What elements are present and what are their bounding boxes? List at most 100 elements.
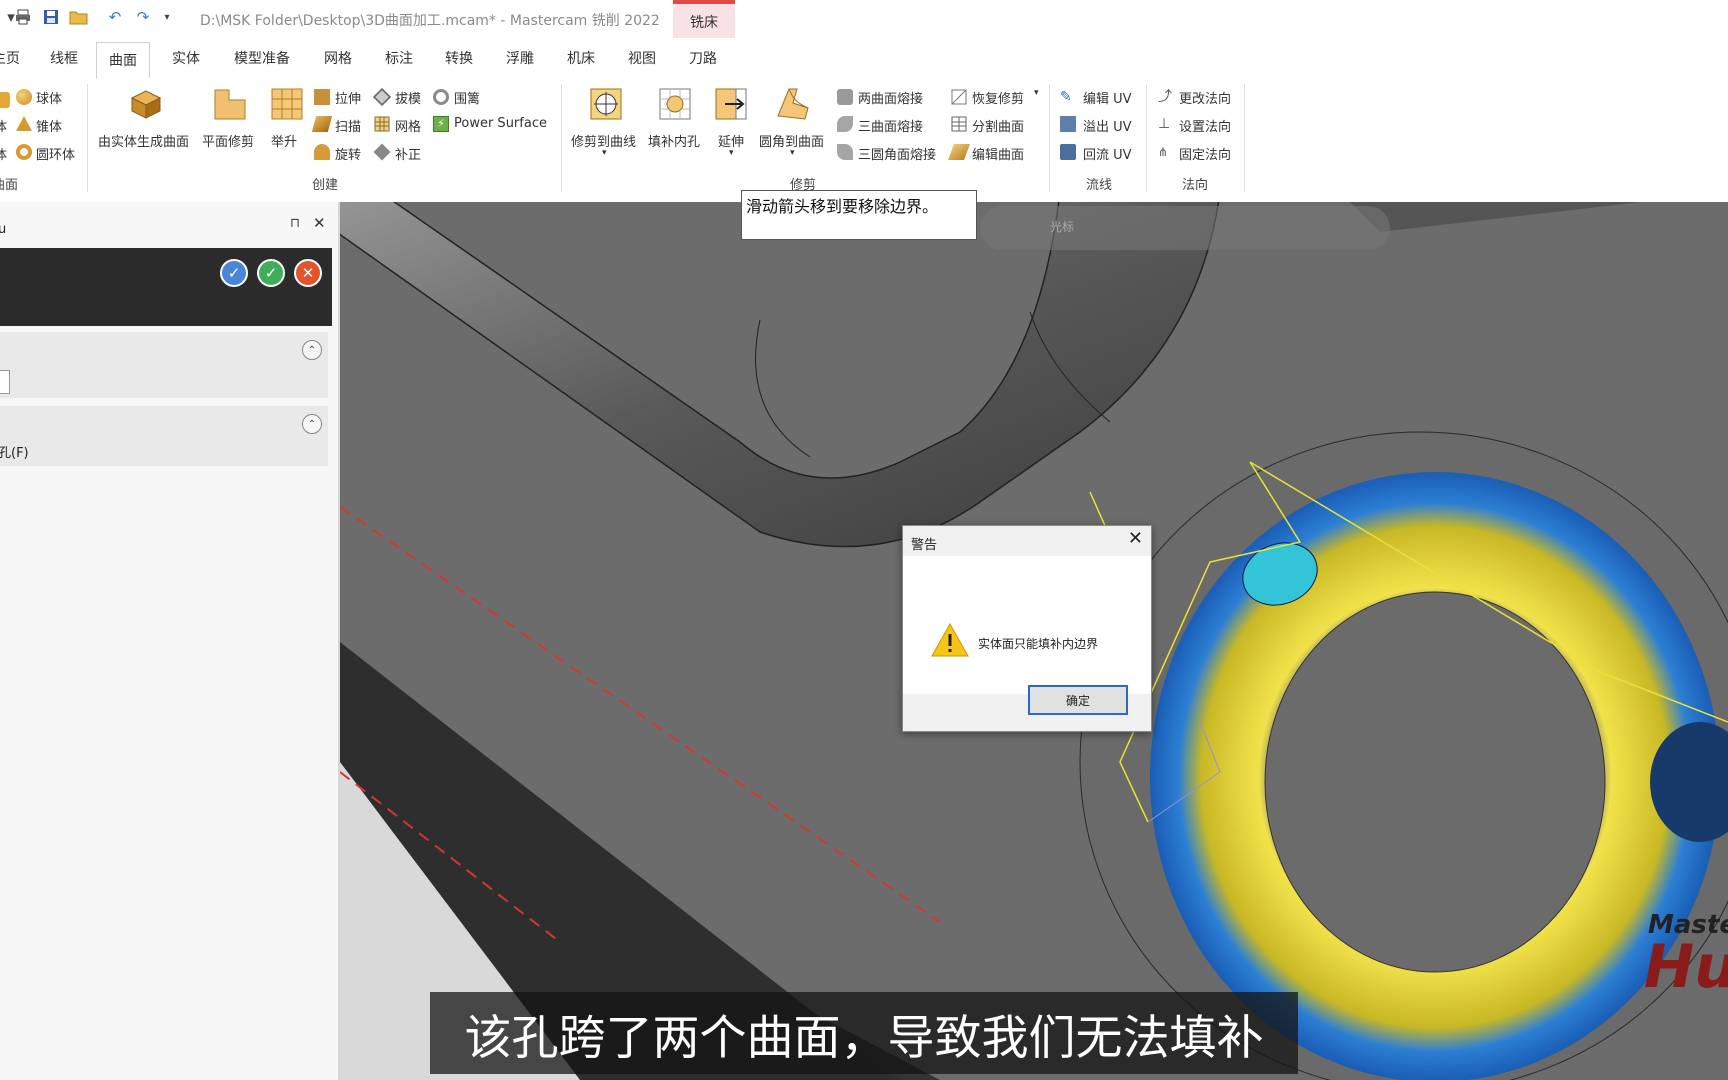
tab-wireframe[interactable]: 线框 <box>50 48 78 68</box>
cone-icon <box>16 116 32 131</box>
cursor-mode-label[interactable]: 光标 <box>1050 218 1074 235</box>
fill-holes-label: 填补内孔 <box>648 135 701 150</box>
ribbon-separator <box>561 84 562 192</box>
tab-mesh[interactable]: 网格 <box>324 48 352 68</box>
two-surface-blend-icon <box>837 89 853 105</box>
trim-dropdown-icon[interactable]: ▾ <box>602 148 607 158</box>
menu-tabs: 主页 线框 曲面 实体 模型准备 网格 标注 转换 浮雕 机床 视图 刀路 <box>0 38 1728 81</box>
untrim-dropdown-icon[interactable]: ▾ <box>1034 88 1039 98</box>
dialog-close-icon[interactable]: ✕ <box>1128 528 1143 549</box>
panel-header: u ⊓ ✕ <box>0 202 338 246</box>
fix-normal-label: 固定法向 <box>1179 148 1232 163</box>
revolve-icon <box>314 144 330 160</box>
cancel-button[interactable]: ✕ <box>294 259 322 287</box>
fence-label: 围篱 <box>454 92 481 107</box>
redo-icon[interactable]: ↷ <box>132 6 154 28</box>
tab-relief[interactable]: 浮雕 <box>506 48 534 68</box>
print-icon[interactable] <box>12 6 34 28</box>
cone-label: 锥体 <box>36 120 63 135</box>
trim-to-curves-icon <box>590 88 622 120</box>
tab-transform[interactable]: 转换 <box>445 48 473 68</box>
split-surface-icon <box>951 116 967 132</box>
panel-section-2: ⌃ 孔(F) <box>0 406 328 466</box>
set-normal-label: 设置法向 <box>1179 120 1232 135</box>
loft-icon <box>271 88 303 120</box>
group-label-create: 创建 <box>312 178 339 193</box>
close-panel-icon[interactable]: ✕ <box>313 214 326 232</box>
tab-surfaces[interactable]: 曲面 <box>96 42 150 81</box>
change-normal-icon: ⤴ <box>1158 89 1172 105</box>
two-surface-blend-label: 两曲面熔接 <box>858 92 924 107</box>
pin-icon[interactable]: ⊓ <box>290 216 300 231</box>
fill-holes-icon <box>659 88 691 120</box>
ok-button[interactable]: 确定 <box>1028 685 1128 715</box>
sphere-label: 球体 <box>36 92 63 107</box>
prompt-tooltip: 滑动箭头移到要移除边界。 <box>741 190 977 240</box>
flat-boundary-icon <box>214 89 246 120</box>
tab-model-prep[interactable]: 模型准备 <box>234 48 290 68</box>
torus-label: 圆环体 <box>36 148 76 163</box>
ribbon: 体 体 球体 锥体 圆环体 曲面 由实体生成曲面 平面修剪 举升 拉伸 扫描 旋… <box>0 78 1728 203</box>
customize-quick-access-icon[interactable]: ▾ <box>156 6 178 28</box>
tab-solids[interactable]: 实体 <box>172 48 200 68</box>
extrude-icon <box>314 89 330 105</box>
three-fillet-blend-icon <box>837 144 853 160</box>
dialog-title: 警告 <box>911 538 938 553</box>
tab-view[interactable]: 视图 <box>628 48 656 68</box>
cylinder-icon[interactable] <box>0 92 10 108</box>
fillet-dropdown-icon[interactable]: ▾ <box>790 148 795 158</box>
title-bar: ▾ ↶ ↷ ▾ D:\MSK Folder\Desktop\3D曲面加工.mca… <box>0 0 1728 78</box>
fix-normal-icon: ⋔ <box>1158 145 1169 159</box>
open-folder-icon[interactable] <box>68 6 90 28</box>
context-tab-label: 铣床 <box>690 15 718 31</box>
group-label-flowline: 流线 <box>1086 178 1113 193</box>
fence-icon <box>433 89 449 105</box>
tab-home[interactable]: 主页 <box>0 48 20 68</box>
offset-icon <box>373 143 391 161</box>
three-surface-blend-icon <box>837 116 853 132</box>
collapse-section-icon[interactable]: ⌃ <box>302 414 322 434</box>
edit-surface-label: 编辑曲面 <box>972 148 1025 163</box>
extend-icon <box>715 88 747 120</box>
loft-label: 举升 <box>271 135 298 150</box>
untrim-label: 恢复修剪 <box>972 92 1025 107</box>
save-icon[interactable] <box>40 6 62 28</box>
sphere-icon <box>16 89 32 105</box>
apply-button[interactable]: ✓ <box>220 259 248 287</box>
fill-holes-option-label[interactable]: 孔(F) <box>0 442 29 461</box>
video-subtitle: 该孔跨了两个曲面，导致我们无法填补 <box>430 992 1298 1074</box>
warning-dialog: 警告 ✕ 实体面只能填补内边界 确定 <box>902 525 1152 732</box>
cancel-icon: ✕ <box>301 264 315 282</box>
collapse-section-icon[interactable]: ⌃ <box>302 340 322 360</box>
group-label-surfaces: 曲面 <box>0 178 19 193</box>
ribbon-separator <box>87 84 88 192</box>
section-input[interactable] <box>0 370 10 394</box>
edit-uv-label: 编辑 UV <box>1083 92 1132 107</box>
tab-toolpaths[interactable]: 刀路 <box>689 48 717 68</box>
cut-label-1: 体 <box>0 120 8 135</box>
undo-icon[interactable]: ↶ <box>104 6 126 28</box>
ribbon-separator <box>1049 84 1050 192</box>
overflow-uv-label: 溢出 UV <box>1083 120 1132 135</box>
check-icon: ✓ <box>264 264 278 282</box>
dialog-body: 实体面只能填补内边界 <box>903 556 1151 694</box>
untrim-icon <box>951 89 967 105</box>
logo-watermark-text-2: Hu <box>1644 932 1728 1002</box>
split-surface-label: 分割曲面 <box>972 120 1025 135</box>
draft-icon <box>372 87 392 107</box>
overflow-uv-icon <box>1060 116 1076 132</box>
offset-label: 补正 <box>395 148 422 163</box>
warning-icon <box>931 622 969 657</box>
ok-button[interactable]: ✓ <box>257 259 285 287</box>
window-title: D:\MSK Folder\Desktop\3D曲面加工.mcam* - Mas… <box>200 13 660 29</box>
tab-annotate[interactable]: 标注 <box>385 48 413 68</box>
draft-label: 拔模 <box>395 92 422 107</box>
edit-uv-icon: ✎ <box>1060 89 1072 105</box>
revolve-label: 旋转 <box>335 148 362 163</box>
tab-machine[interactable]: 机床 <box>567 48 595 68</box>
power-surface-icon: ⚡ <box>433 116 449 132</box>
floating-select-toolbar[interactable]: 光标 <box>980 206 1390 250</box>
panel-title: u <box>0 222 7 237</box>
extend-dropdown-icon[interactable]: ▾ <box>729 148 734 158</box>
set-normal-icon: ⊥ <box>1158 116 1171 132</box>
